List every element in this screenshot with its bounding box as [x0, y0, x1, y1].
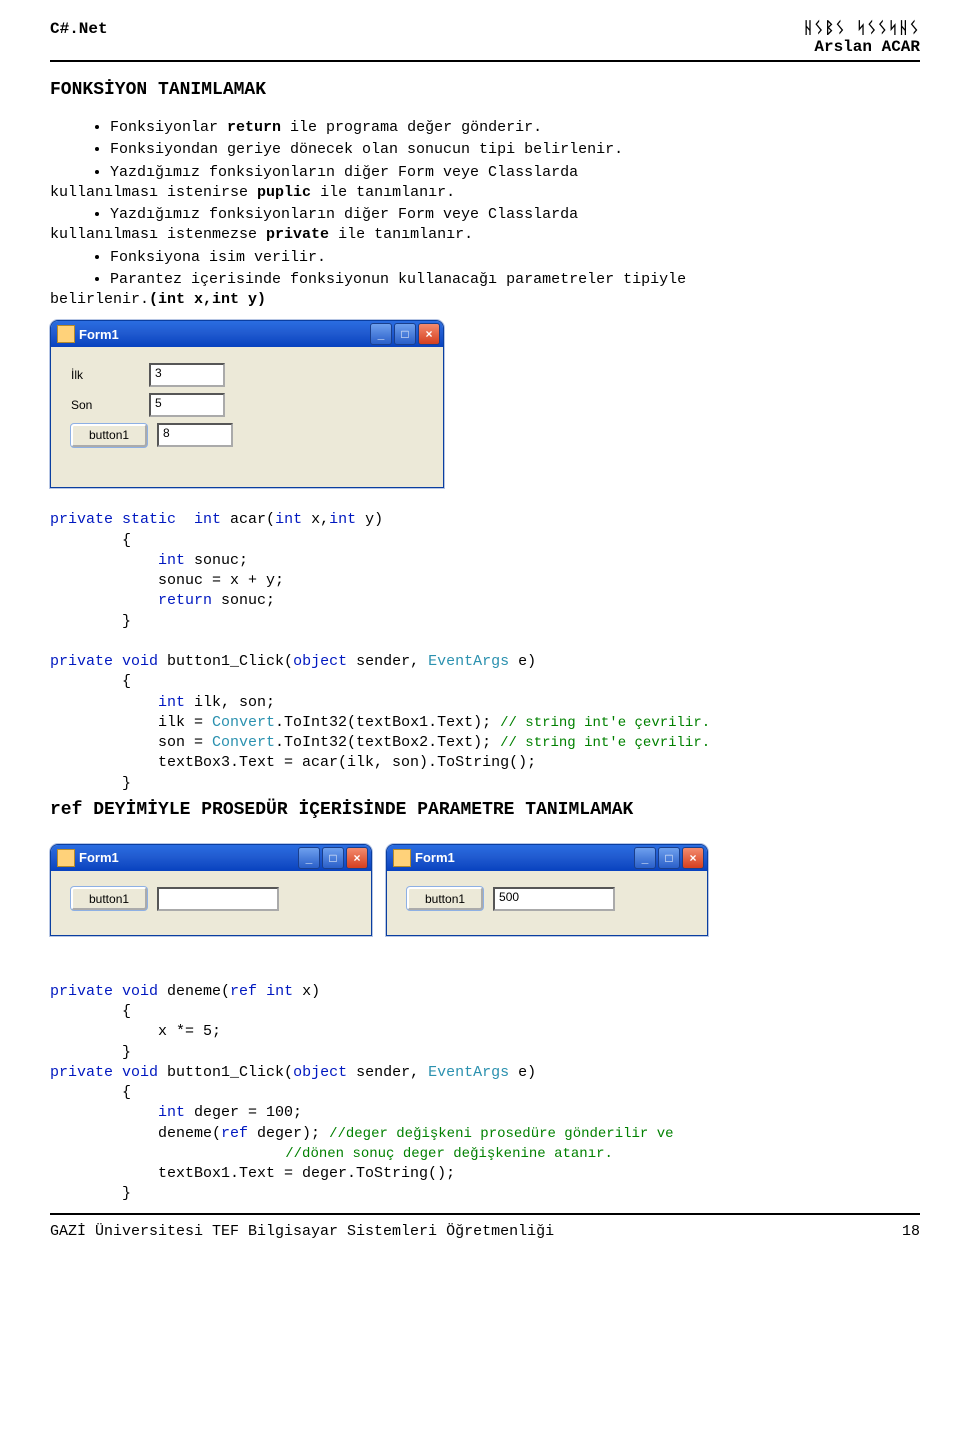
form1-titlebar[interactable]: Form1 _ □ ×	[51, 321, 443, 347]
header-left: C#.Net	[50, 20, 108, 38]
section1-title: FONKSİYON TANIMLAMAK	[50, 80, 920, 100]
button1[interactable]: button1	[71, 887, 147, 910]
close-button[interactable]: ×	[418, 323, 440, 345]
section2-title: ref DEYİMİYLE PROSEDÜR İÇERİSİNDE PARAME…	[50, 800, 920, 820]
form2-window: Form1 _ □ × button1	[50, 844, 372, 936]
form1-title: Form1	[79, 327, 370, 342]
form1-window: Form1 _ □ × İlk 3 Son 5 button1 8	[50, 320, 444, 488]
form2-titlebar[interactable]: Form1 _ □ ×	[51, 845, 371, 871]
header-divider	[50, 60, 920, 62]
button1[interactable]: button1	[71, 424, 147, 447]
footer-left: GAZİ Üniversitesi TEF Bilgisayar Sisteml…	[50, 1223, 554, 1240]
minimize-button[interactable]: _	[298, 847, 320, 869]
form2-textbox[interactable]	[157, 887, 279, 911]
minimize-button[interactable]: _	[634, 847, 656, 869]
footer-divider	[50, 1213, 920, 1215]
bullet-6: Parantez içerisinde fonksiyonun kullanac…	[110, 270, 920, 311]
footer-page-number: 18	[902, 1223, 920, 1240]
minimize-button[interactable]: _	[370, 323, 392, 345]
son-label: Son	[71, 398, 139, 412]
form2-title: Form1	[79, 850, 298, 865]
bullet-list-1: Fonksiyonlar return ile programa değer g…	[50, 118, 920, 310]
header-right: ᚺᛊᛒᛊ ᛋᛊᛊᛋᚺᛊ Arslan ACAR	[803, 20, 920, 56]
bullet-5: Fonksiyona isim verilir.	[110, 248, 920, 268]
form3-textbox[interactable]: 500	[493, 887, 615, 911]
header-author: Arslan ACAR	[803, 38, 920, 56]
son-input[interactable]: 5	[149, 393, 225, 417]
form-icon	[57, 325, 75, 343]
maximize-button[interactable]: □	[658, 847, 680, 869]
code-block-2: private void deneme(ref int x) { x *= 5;…	[50, 982, 920, 1205]
maximize-button[interactable]: □	[322, 847, 344, 869]
bullet-4: Yazdığımız fonksiyonların diğer Form vey…	[110, 205, 920, 246]
form-icon	[57, 849, 75, 867]
form3-window: Form1 _ □ × button1 500	[386, 844, 708, 936]
form-icon	[393, 849, 411, 867]
close-button[interactable]: ×	[682, 847, 704, 869]
button1[interactable]: button1	[407, 887, 483, 910]
bullet-3: Yazdığımız fonksiyonların diğer Form vey…	[110, 163, 920, 204]
ilk-label: İlk	[71, 368, 139, 382]
result-input[interactable]: 8	[157, 423, 233, 447]
code-block-1: private static int acar(int x,int y) { i…	[50, 510, 920, 794]
maximize-button[interactable]: □	[394, 323, 416, 345]
bullet-2: Fonksiyondan geriye dönecek olan sonucun…	[110, 140, 920, 160]
close-button[interactable]: ×	[346, 847, 368, 869]
header-decorative: ᚺᛊᛒᛊ ᛋᛊᛊᛋᚺᛊ	[803, 20, 920, 38]
bullet-1: Fonksiyonlar return ile programa değer g…	[110, 118, 920, 138]
form3-title: Form1	[415, 850, 634, 865]
form3-titlebar[interactable]: Form1 _ □ ×	[387, 845, 707, 871]
ilk-input[interactable]: 3	[149, 363, 225, 387]
